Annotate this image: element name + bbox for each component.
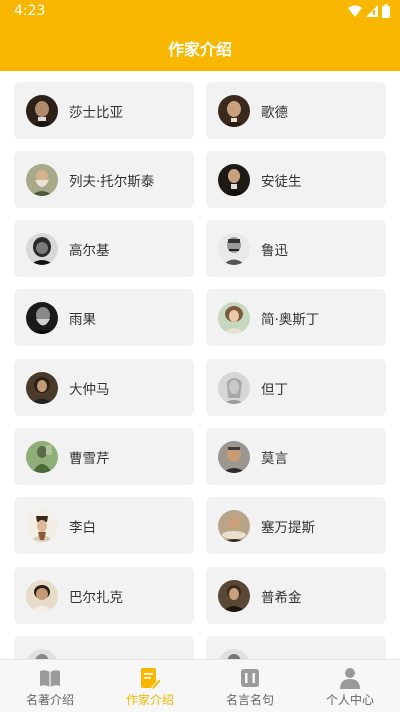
author-name: 普希金: [261, 589, 302, 606]
tab-label: 个人中心: [325, 693, 374, 707]
avatar: [218, 509, 250, 542]
author-grid[interactable]: 莎士比亚 歌德 列夫·托尔斯泰 安徒生 高尔基 鲁迅 雨果 简·奥斯丁 大仲马 …: [0, 71, 400, 659]
cellular-signal-icon: [366, 5, 378, 17]
status-bar: 4:23: [0, 0, 400, 24]
wifi-icon: [348, 5, 362, 17]
author-card[interactable]: 李白: [14, 497, 194, 554]
author-name: 雨果: [69, 311, 96, 328]
author-card[interactable]: 大仲马: [14, 359, 194, 416]
author-name: 曹雪芹: [69, 450, 110, 467]
author-card[interactable]: 塞万提斯: [206, 497, 386, 554]
tab-classics[interactable]: 名著介绍: [0, 660, 100, 712]
avatar: [26, 94, 58, 127]
tab-label: 名言名句: [225, 693, 274, 707]
status-icons: [348, 4, 390, 18]
avatar: [218, 371, 250, 404]
author-card[interactable]: 歌德: [206, 82, 386, 139]
tab-quotes[interactable]: 名言名句: [200, 660, 300, 712]
author-card[interactable]: 列夫·托尔斯泰: [14, 151, 194, 208]
author-card[interactable]: [206, 636, 386, 659]
author-card[interactable]: [14, 636, 194, 659]
avatar: [26, 648, 58, 659]
author-name: 莫言: [261, 450, 288, 467]
avatar: [26, 163, 58, 196]
author-card[interactable]: 但丁: [206, 359, 386, 416]
tab-profile[interactable]: 个人中心: [300, 660, 400, 712]
author-name: 巴尔扎克: [69, 589, 123, 606]
status-time: 4:23: [14, 3, 46, 19]
avatar: [218, 163, 250, 196]
page-title: 作家介绍: [167, 40, 232, 59]
author-card[interactable]: 安徒生: [206, 151, 386, 208]
tab-writers[interactable]: 作家介绍: [100, 660, 200, 712]
tab-label: 名著介绍: [25, 693, 74, 707]
battery-icon: [382, 4, 390, 18]
avatar: [26, 232, 58, 265]
author-name: 歌德: [261, 104, 288, 121]
app-header: 4:23 作家介绍: [0, 0, 400, 71]
avatar: [218, 648, 250, 659]
author-card[interactable]: 莫言: [206, 428, 386, 485]
avatar: [218, 94, 250, 127]
avatar: [218, 232, 250, 265]
author-name: 李白: [69, 519, 96, 536]
avatar: [218, 440, 250, 473]
tab-label: 作家介绍: [125, 693, 174, 707]
avatar: [26, 371, 58, 404]
author-name: 但丁: [261, 381, 288, 398]
author-name: 鲁迅: [261, 242, 288, 259]
author-card[interactable]: 巴尔扎克: [14, 567, 194, 624]
person-icon: [340, 668, 360, 689]
avatar: [26, 440, 58, 473]
author-name: 安徒生: [261, 173, 302, 190]
author-name: 塞万提斯: [261, 519, 315, 536]
writer-edit-icon: [141, 668, 161, 689]
avatar: [218, 579, 250, 612]
author-name: 莎士比亚: [69, 104, 123, 121]
avatar: [218, 301, 250, 334]
author-card[interactable]: 鲁迅: [206, 220, 386, 277]
author-card[interactable]: 雨果: [14, 289, 194, 346]
avatar: [26, 579, 58, 612]
quote-scroll-icon: [241, 669, 259, 687]
bottom-tab-bar: 名著介绍 作家介绍 名言名句 个人中心: [0, 659, 400, 712]
author-name: 高尔基: [69, 242, 110, 259]
author-card[interactable]: 简·奥斯丁: [206, 289, 386, 346]
author-name: 列夫·托尔斯泰: [69, 173, 155, 190]
author-card[interactable]: 高尔基: [14, 220, 194, 277]
avatar: [26, 301, 58, 334]
author-name: 大仲马: [69, 381, 110, 398]
author-card[interactable]: 曹雪芹: [14, 428, 194, 485]
author-card[interactable]: 普希金: [206, 567, 386, 624]
avatar: [26, 509, 58, 542]
author-card[interactable]: 莎士比亚: [14, 82, 194, 139]
author-name: 简·奥斯丁: [261, 311, 320, 328]
book-icon: [40, 670, 60, 687]
